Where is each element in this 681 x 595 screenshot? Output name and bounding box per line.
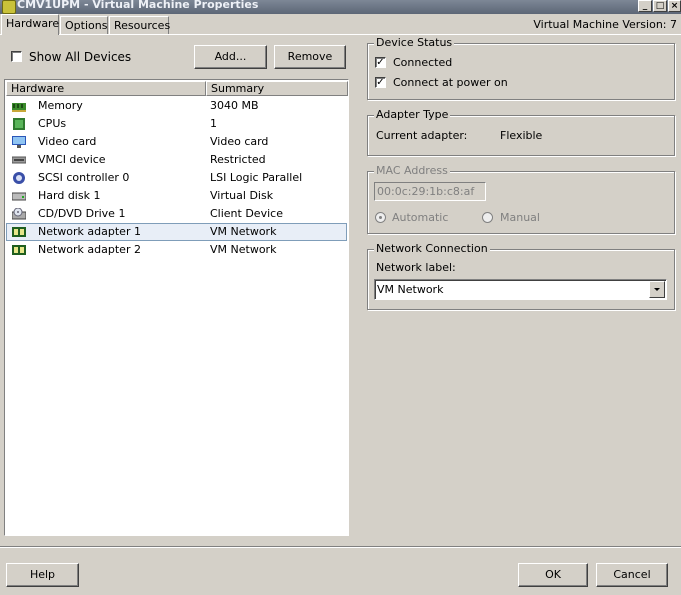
column-header-summary[interactable]: Summary — [206, 81, 348, 96]
hardware-summary: Virtual Disk — [210, 189, 274, 202]
hardware-name: VMCI device — [38, 153, 106, 166]
connected-checkbox[interactable]: ✓ — [375, 57, 386, 68]
hardware-name: Memory — [38, 99, 83, 112]
cancel-button[interactable]: Cancel — [596, 563, 668, 587]
connect-at-power-on-label[interactable]: Connect at power on — [393, 76, 508, 89]
hardware-name: SCSI controller 0 — [38, 171, 130, 184]
minimize-button[interactable]: _ — [638, 0, 652, 12]
hardware-summary: 3040 MB — [210, 99, 259, 112]
hardware-name: Video card — [38, 135, 97, 148]
automatic-label[interactable]: Automatic — [392, 211, 448, 224]
current-adapter-value: Flexible — [500, 129, 543, 142]
device-status-title: Device Status — [374, 36, 455, 49]
chevron-down-icon — [654, 288, 660, 291]
mac-address-field[interactable]: 00:0c:29:1b:c8:af — [374, 182, 486, 201]
memory-icon — [12, 100, 26, 112]
hardware-summary: LSI Logic Parallel — [210, 171, 303, 184]
connected-label[interactable]: Connected — [393, 56, 452, 69]
hardware-summary: VM Network — [210, 243, 277, 256]
cd-drive-icon — [11, 207, 27, 220]
hardware-row-hard-disk[interactable]: Hard disk 1 Virtual Disk — [6, 187, 347, 205]
column-header-hardware[interactable]: Hardware — [6, 81, 206, 96]
tab-hardware[interactable]: Hardware — [1, 14, 59, 35]
network-label-value: VM Network — [377, 283, 444, 296]
tab-resources[interactable]: Resources — [109, 16, 170, 34]
hardware-row-cpus[interactable]: CPUs 1 — [6, 115, 347, 133]
remove-button[interactable]: Remove — [274, 45, 346, 69]
hardware-row-memory[interactable]: Memory 3040 MB — [6, 97, 347, 115]
network-adapter-icon — [12, 226, 26, 238]
hardware-name: CPUs — [38, 117, 67, 130]
hardware-row-network-adapter-2[interactable]: Network adapter 2 VM Network — [6, 241, 347, 259]
hardware-row-scsi-controller[interactable]: SCSI controller 0 LSI Logic Parallel — [6, 169, 347, 187]
monitor-icon — [12, 136, 26, 148]
hardware-summary: Client Device — [210, 207, 283, 220]
hardware-name: Hard disk 1 — [38, 189, 101, 202]
add-button[interactable]: Add... — [194, 45, 267, 69]
hardware-row-cd-dvd-drive[interactable]: CD/DVD Drive 1 Client Device — [6, 205, 347, 223]
automatic-radio[interactable] — [375, 212, 386, 223]
hard-disk-icon — [11, 190, 27, 202]
mac-address-title: MAC Address — [374, 164, 450, 177]
network-connection-title: Network Connection — [374, 242, 490, 255]
connect-at-power-on-checkbox[interactable]: ✓ — [375, 77, 386, 88]
scsi-controller-icon — [12, 172, 26, 184]
window-title: CMV1UPM - Virtual Machine Properties — [17, 0, 259, 11]
hardware-summary: Restricted — [210, 153, 266, 166]
help-button[interactable]: Help — [6, 563, 79, 587]
hardware-name: CD/DVD Drive 1 — [38, 207, 126, 220]
vm-version-label: Virtual Machine Version: 7 — [533, 18, 677, 31]
cpu-icon — [12, 118, 26, 130]
bottom-separator — [0, 546, 681, 548]
adapter-type-title: Adapter Type — [374, 108, 451, 121]
current-adapter-label: Current adapter: — [376, 129, 468, 142]
manual-radio[interactable] — [482, 212, 493, 223]
title-bar: CMV1UPM - Virtual Machine Properties _ □… — [0, 0, 681, 14]
hardware-row-network-adapter-1[interactable]: Network adapter 1 VM Network — [6, 223, 347, 241]
dropdown-arrow-button[interactable] — [649, 281, 665, 298]
vmci-icon — [11, 154, 27, 166]
ok-button[interactable]: OK — [518, 563, 588, 587]
network-adapter-icon — [12, 244, 26, 256]
manual-label[interactable]: Manual — [500, 211, 540, 224]
network-label-caption: Network label: — [376, 261, 456, 274]
tab-divider — [0, 34, 681, 35]
tab-options[interactable]: Options — [60, 16, 108, 34]
mac-address-group — [367, 171, 675, 234]
hardware-row-video-card[interactable]: Video card Video card — [6, 133, 347, 151]
show-all-devices-checkbox[interactable] — [11, 51, 22, 62]
network-label-select[interactable]: VM Network — [374, 279, 667, 300]
hardware-summary: VM Network — [210, 225, 277, 238]
show-all-devices-label[interactable]: Show All Devices — [29, 50, 131, 64]
hardware-row-vmci[interactable]: VMCI device Restricted — [6, 151, 347, 169]
close-button[interactable]: × — [668, 0, 681, 12]
device-status-group — [367, 43, 675, 100]
hardware-name: Network adapter 2 — [38, 243, 141, 256]
hardware-summary: Video card — [210, 135, 269, 148]
maximize-button[interactable]: □ — [653, 0, 667, 12]
hardware-table: Hardware Summary Memory 3040 MB CPUs 1 V… — [4, 79, 349, 536]
vm-app-icon — [2, 0, 16, 14]
hardware-name: Network adapter 1 — [38, 225, 141, 238]
hardware-summary: 1 — [210, 117, 217, 130]
